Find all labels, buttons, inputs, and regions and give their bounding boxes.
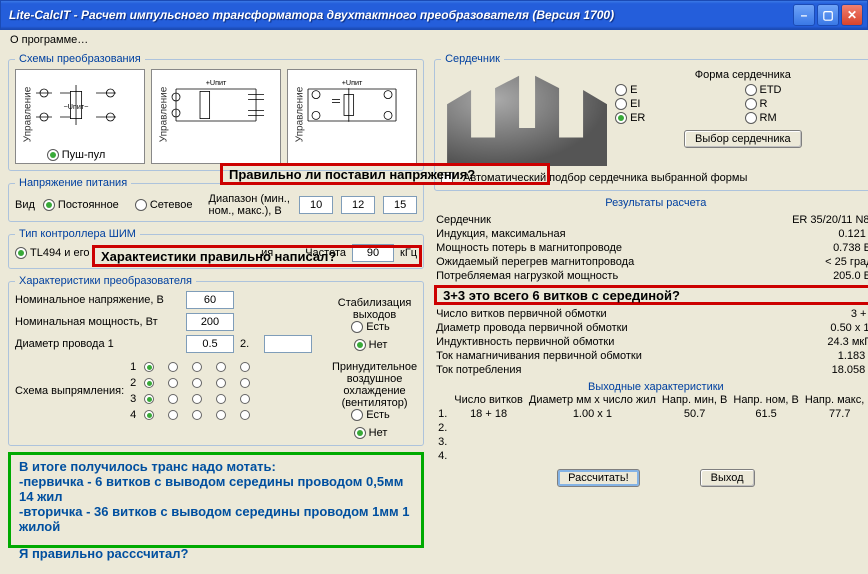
pick-core-button[interactable]: Выбор сердечника [684, 130, 802, 148]
schemes-group: Схемы преобразования Управление ~Uпит~ [8, 53, 424, 171]
pwm-legend: Тип контроллера ШИМ [15, 228, 140, 240]
stab-yes[interactable]: Есть [351, 321, 389, 333]
close-button[interactable]: ✕ [841, 4, 863, 26]
core-image [447, 71, 607, 166]
scheme-push-pull[interactable]: Управление ~Uпит~ Пуш-пул [15, 69, 145, 164]
results-table: СердечникER 35/20/11 N87 Индукция, макси… [434, 213, 868, 283]
menu-about[interactable]: О программе… [10, 34, 88, 46]
svg-text:+Uпит: +Uпит [342, 78, 363, 87]
fan-yes[interactable]: Есть [351, 409, 389, 421]
menu-bar: О программе… [0, 30, 868, 48]
core-E[interactable]: E [615, 84, 726, 96]
vnom-input[interactable] [341, 196, 375, 214]
wire1-input[interactable] [186, 335, 234, 353]
core-EI[interactable]: EI [615, 98, 726, 110]
window-buttons: – ▢ ✕ [793, 4, 863, 26]
minimize-button[interactable]: – [793, 4, 815, 26]
schemes-legend: Схемы преобразования [15, 53, 145, 65]
calc-button[interactable]: Рассчитать! [557, 469, 639, 487]
svg-text:~Uпит~: ~Uпит~ [64, 102, 89, 111]
supply-legend: Напряжение питания [15, 177, 131, 189]
nomP-input[interactable] [186, 313, 234, 331]
scheme-half-bridge[interactable]: Управление +Uпит [151, 69, 281, 164]
conv-legend: Характеристики преобразователя [15, 275, 196, 287]
rect-1-1[interactable] [144, 362, 154, 372]
vmin-input[interactable] [299, 196, 333, 214]
converter-group: Характеристики преобразователя Номинальн… [8, 275, 424, 446]
core-ETD[interactable]: ETD [745, 84, 863, 96]
secondary-table: Число витковДиаметр мм x число жил Напр.… [434, 393, 868, 463]
maximize-button[interactable]: ▢ [817, 4, 839, 26]
pwm-tl494[interactable]: TL494 и его [15, 247, 89, 259]
annot-voltage: Правильно ли поставил напряжения? [220, 163, 550, 185]
core-legend: Сердечник [441, 53, 504, 65]
window-title: Lite-CalcIT - Расчет импульсного трансфо… [9, 8, 793, 22]
core-ER[interactable]: ER [615, 112, 726, 124]
stab-no[interactable]: Нет [354, 339, 388, 351]
annot-turns: 3+3 это всего 6 витков с серединой? [434, 285, 868, 305]
scheme-push-pull-radio[interactable]: Пуш-пул [47, 149, 106, 161]
scheme-full-bridge[interactable]: Управление +Uпит [287, 69, 417, 164]
exit-button[interactable]: Выход [700, 469, 755, 487]
title-bar: Lite-CalcIT - Расчет импульсного трансфо… [0, 0, 868, 30]
svg-text:+Uпит: +Uпит [206, 78, 227, 87]
supply-mains[interactable]: Сетевое [135, 199, 193, 211]
vmax-input[interactable] [383, 196, 417, 214]
core-RM[interactable]: RM [745, 112, 863, 124]
wire2-input[interactable] [264, 335, 312, 353]
core-R[interactable]: R [745, 98, 863, 110]
supply-const[interactable]: Постоянное [43, 199, 119, 211]
fan-no[interactable]: Нет [354, 427, 388, 439]
nomU-input[interactable] [186, 291, 234, 309]
annot-summary: В итоге получилось транс надо мотать: -п… [8, 452, 424, 548]
annot-chars: Характеистики правильно написал? [92, 245, 422, 267]
results-legend: Результаты расчета [434, 197, 868, 209]
